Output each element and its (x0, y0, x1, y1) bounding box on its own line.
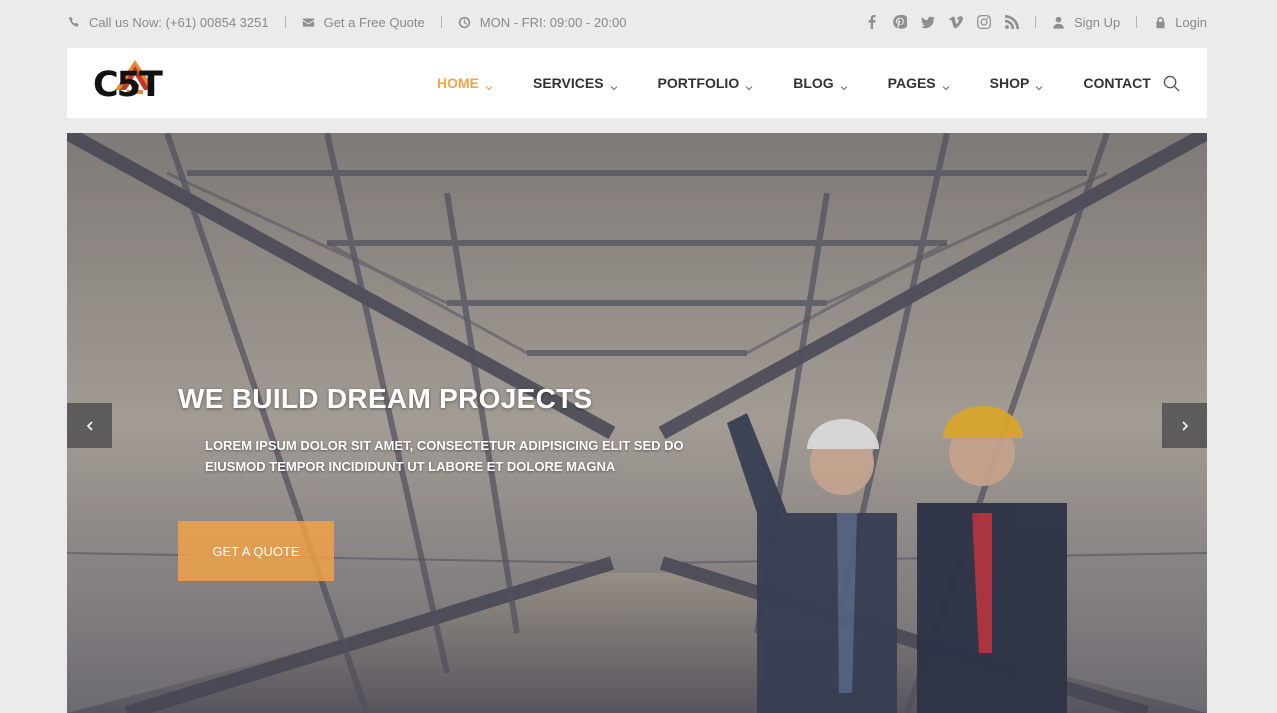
phone-icon (67, 15, 81, 29)
phone-info: Call us Now: (+61) 00854 3251 (67, 15, 269, 30)
phone-text: Call us Now: (+61) 00854 3251 (89, 14, 269, 30)
nav-portfolio-label: PORTFOLIO (657, 75, 740, 91)
nav-contact[interactable]: CONTACT (1083, 75, 1150, 91)
top-bar: Call us Now: (+61) 00854 3251 Get a Free… (67, 0, 1207, 44)
pinterest-icon[interactable] (893, 15, 907, 29)
nav-contact-label: CONTACT (1083, 75, 1151, 91)
logo-text: C5T (93, 65, 163, 105)
rss-icon[interactable] (1004, 15, 1019, 29)
divider (1034, 16, 1036, 28)
clock-icon (458, 15, 472, 29)
chevron-down-icon (610, 79, 618, 91)
chevron-down-icon (1035, 79, 1043, 91)
chevron-down-icon (840, 79, 848, 91)
nav-shop-label: SHOP (989, 75, 1030, 91)
social-links (865, 15, 1019, 29)
quote-link[interactable]: Get a Free Quote (302, 15, 425, 30)
quote-text[interactable]: Get a Free Quote (324, 15, 425, 30)
hero-subtitle: LOREM IPSUM DOLOR SIT AMET, CONSECTETUR … (205, 438, 684, 474)
nav-pages-label: PAGES (887, 75, 936, 91)
search-icon (1163, 75, 1180, 92)
hours-text: MON - FRI: 09:00 - 20:00 (479, 14, 627, 30)
vimeo-icon[interactable] (948, 15, 963, 29)
nav-portfolio[interactable]: PORTFOLIO (658, 75, 754, 91)
instagram-icon[interactable] (976, 15, 991, 29)
signup-text[interactable]: Sign Up (1074, 15, 1120, 30)
nav-pages[interactable]: PAGES (888, 75, 950, 91)
envelope-icon (302, 15, 316, 29)
chevron-right-icon (1181, 420, 1188, 431)
hours-info: MON - FRI: 09:00 - 20:00 (458, 14, 627, 30)
main-navbar: C5T HOME SERVICES PORTFOLIO BLOG PAGES S… (67, 48, 1207, 118)
login-link[interactable]: Login (1153, 15, 1207, 30)
account-links: Sign Up Login (865, 15, 1207, 30)
contact-info: Call us Now: (+61) 00854 3251 Get a Free… (67, 15, 626, 30)
hero-background-image (67, 133, 1207, 713)
nav-shop[interactable]: SHOP (990, 75, 1044, 91)
user-icon (1052, 15, 1066, 29)
slider-next-button[interactable] (1162, 403, 1207, 448)
chevron-left-icon (86, 420, 93, 431)
twitter-icon[interactable] (920, 15, 935, 29)
nav-services-label: SERVICES (533, 75, 604, 91)
divider (440, 16, 442, 28)
facebook-icon[interactable] (865, 15, 879, 29)
lock-icon (1153, 15, 1167, 29)
site-logo[interactable]: C5T (93, 60, 185, 105)
divider (284, 16, 286, 28)
chevron-down-icon (942, 79, 950, 91)
nav-home[interactable]: HOME (437, 75, 493, 91)
main-menu: HOME SERVICES PORTFOLIO BLOG PAGES SHOP … (437, 48, 1191, 118)
hero-slider: WE BUILD DREAM PROJECTS LOREM IPSUM DOLO… (67, 133, 1207, 713)
signup-link[interactable]: Sign Up (1052, 15, 1120, 30)
nav-blog[interactable]: BLOG (793, 75, 848, 91)
search-button[interactable] (1163, 75, 1181, 93)
nav-home-label: HOME (437, 75, 479, 91)
hero-title: WE BUILD DREAM PROJECTS (178, 383, 593, 414)
chevron-down-icon (485, 79, 493, 91)
divider (1136, 16, 1138, 28)
nav-blog-label: BLOG (793, 75, 834, 91)
nav-services[interactable]: SERVICES (533, 75, 618, 91)
get-quote-button[interactable]: GET A QUOTE (178, 521, 334, 581)
login-text[interactable]: Login (1175, 15, 1207, 30)
chevron-down-icon (745, 79, 753, 91)
slider-prev-button[interactable] (67, 403, 112, 448)
